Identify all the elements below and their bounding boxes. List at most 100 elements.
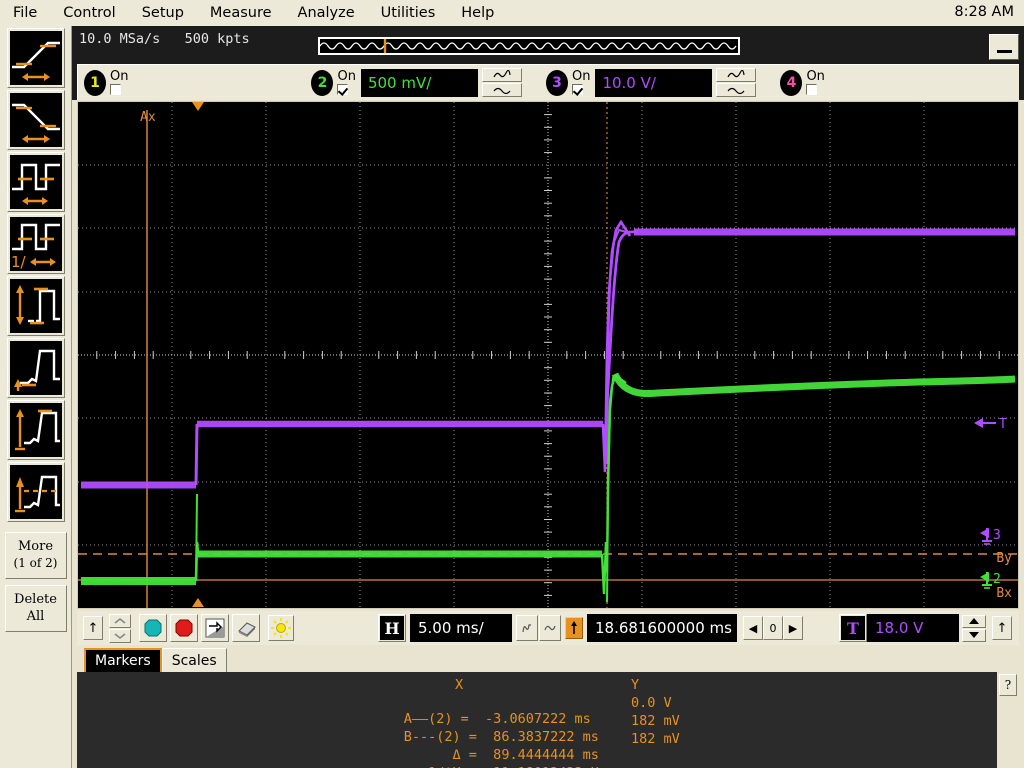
chevron-down-icon [114, 632, 126, 639]
menu-item-setup[interactable]: Setup [129, 3, 197, 23]
channel-1-badge[interactable]: 1 [84, 69, 106, 96]
help-button[interactable]: ? [999, 674, 1017, 696]
menu-item-control[interactable]: Control [50, 3, 128, 23]
channel-3-ac-coupling-button[interactable] [716, 68, 757, 82]
trigger-badge: T [841, 616, 865, 640]
period-icon [9, 155, 62, 209]
pulse-width-icon [9, 279, 62, 333]
channel-3-scale-field[interactable]: 10.0 V/ [595, 68, 713, 97]
step-up-button[interactable] [109, 613, 131, 628]
minimum-icon [9, 341, 62, 395]
channel-2-checkbox[interactable] [337, 84, 349, 95]
marker-col-header-x: X [455, 677, 464, 693]
channel-2-badge[interactable]: 2 [311, 69, 334, 96]
channel-2-toggle[interactable]: On [337, 70, 356, 95]
channel-4-badge[interactable]: 4 [780, 69, 803, 96]
navigate-up-button[interactable]: ↑ [83, 616, 103, 640]
clear-display-button[interactable] [232, 614, 260, 642]
sidebar-item-period[interactable] [6, 152, 65, 212]
cursor-ax-label: Ax [140, 110, 156, 125]
sidebar-item-rise-time[interactable] [6, 28, 65, 88]
delete-all-button[interactable]: Delete All [4, 585, 67, 632]
ground-marker-channel-3-icon[interactable]: 3 [978, 526, 1016, 548]
trigger-level-down-button[interactable] [962, 628, 986, 642]
sidebar-item-minimum[interactable] [6, 338, 65, 398]
sidebar-item-pulse-width[interactable] [6, 276, 65, 336]
channel-2-ac-coupling-button[interactable] [481, 68, 522, 82]
trigger-level-up-button[interactable] [962, 614, 986, 628]
svg-text:T: T [999, 417, 1007, 432]
channel-3-toggle[interactable]: On [571, 70, 590, 95]
chevron-up-icon [114, 617, 126, 624]
channel-1-on-label: On [110, 69, 129, 84]
up-arrow-icon-2: ↑ [996, 620, 1008, 636]
run-button[interactable] [139, 614, 167, 642]
delete-sublabel: All [26, 609, 45, 624]
tab-scales[interactable]: Scales [161, 648, 227, 672]
channel-1-checkbox[interactable] [110, 84, 121, 95]
system-clock: 8:28 AM [954, 4, 1014, 20]
delay-prev-button[interactable]: ◀ [743, 616, 763, 640]
menu-item-measure[interactable]: Measure [197, 3, 285, 23]
frequency-icon: 1/ [9, 217, 62, 271]
tab-markers[interactable]: Markers [84, 648, 162, 672]
channel-3-checkbox[interactable] [571, 84, 583, 95]
run-octagon-icon [144, 619, 162, 637]
channel-3-coupling-buttons [716, 68, 757, 97]
average-icon [9, 465, 62, 519]
menu-item-analyze[interactable]: Analyze [285, 3, 368, 23]
more-measurements-button[interactable]: More (1 of 2) [4, 532, 67, 579]
delay-reference-button[interactable] [565, 617, 583, 639]
waveform-overview-strip[interactable] [318, 37, 740, 55]
horizontal-settings-button[interactable]: H [378, 614, 406, 642]
trigger-level-marker-icon[interactable]: T [972, 414, 1016, 432]
channel-4-toggle[interactable]: On [806, 69, 825, 95]
channel-1-toggle[interactable]: On [110, 70, 128, 95]
stop-button[interactable] [170, 614, 198, 642]
graticule[interactable]: Ax T 3 2 By Bx [78, 102, 1018, 608]
channel-bar: 1 On 2 On 500 mV/ 3 On 10.0 V/ 4 On [77, 64, 1019, 100]
amplitude-icon [9, 403, 62, 457]
channel-4-checkbox[interactable] [806, 84, 818, 95]
delete-label: Delete [14, 592, 57, 607]
delay-index-field[interactable]: 0 [763, 616, 783, 640]
channel-3-badge[interactable]: 3 [545, 69, 568, 96]
minimize-button[interactable] [989, 34, 1019, 60]
waveform-display[interactable]: Ax T 3 2 By Bx [77, 101, 1019, 609]
acquisition-info: 10.0 MSa/s 500 kpts [79, 31, 250, 47]
trigger-level-field[interactable]: 18.0 V [867, 614, 959, 642]
single-acquire-icon [205, 618, 225, 638]
channel-4-on-label: On [806, 69, 825, 84]
timebase-scale-field[interactable]: 5.00 ms/ [410, 614, 512, 642]
sidebar-item-amplitude[interactable] [6, 400, 65, 460]
cursor-bx-label: Bx [996, 586, 1012, 601]
menu-item-help[interactable]: Help [448, 3, 507, 23]
trigger-settings-button[interactable]: T [839, 614, 867, 642]
svg-text:1/: 1/ [11, 253, 27, 271]
trigger-position-marker-icon[interactable] [191, 102, 205, 112]
single-button[interactable] [201, 614, 229, 642]
sidebar-item-average[interactable] [6, 462, 65, 522]
delay-value-field[interactable]: 18.681600000 ms [587, 614, 737, 642]
sidebar-item-frequency[interactable]: 1/ [6, 214, 65, 274]
timebase-roll-button[interactable] [539, 615, 561, 641]
cursor-by-label: By [996, 551, 1012, 566]
sine-wave-icon [493, 70, 511, 78]
step-down-button[interactable] [109, 628, 131, 643]
autoscale-button[interactable] [268, 615, 294, 641]
delay-next-button[interactable]: ▶ [783, 616, 803, 640]
menu-bar: File Control Setup Measure Analyze Utili… [0, 0, 1024, 26]
trigger-position-marker-bottom-icon[interactable] [191, 598, 205, 608]
channel-3-dc-coupling-button[interactable] [716, 83, 757, 97]
more-label: More [17, 539, 54, 554]
channel-3-trace [81, 219, 1015, 489]
trigger-mode-button[interactable]: ↑ [992, 616, 1012, 640]
channel-2-dc-coupling-button[interactable] [481, 83, 522, 97]
menu-item-utilities[interactable]: Utilities [368, 3, 449, 23]
timebase-zoom-button[interactable] [516, 615, 538, 641]
overview-waveform-icon [319, 39, 737, 53]
menu-item-file[interactable]: File [0, 3, 50, 23]
sidebar-item-fall-time[interactable] [6, 90, 65, 150]
horizontal-badge: H [380, 616, 404, 640]
channel-2-scale-field[interactable]: 500 mV/ [360, 68, 478, 97]
